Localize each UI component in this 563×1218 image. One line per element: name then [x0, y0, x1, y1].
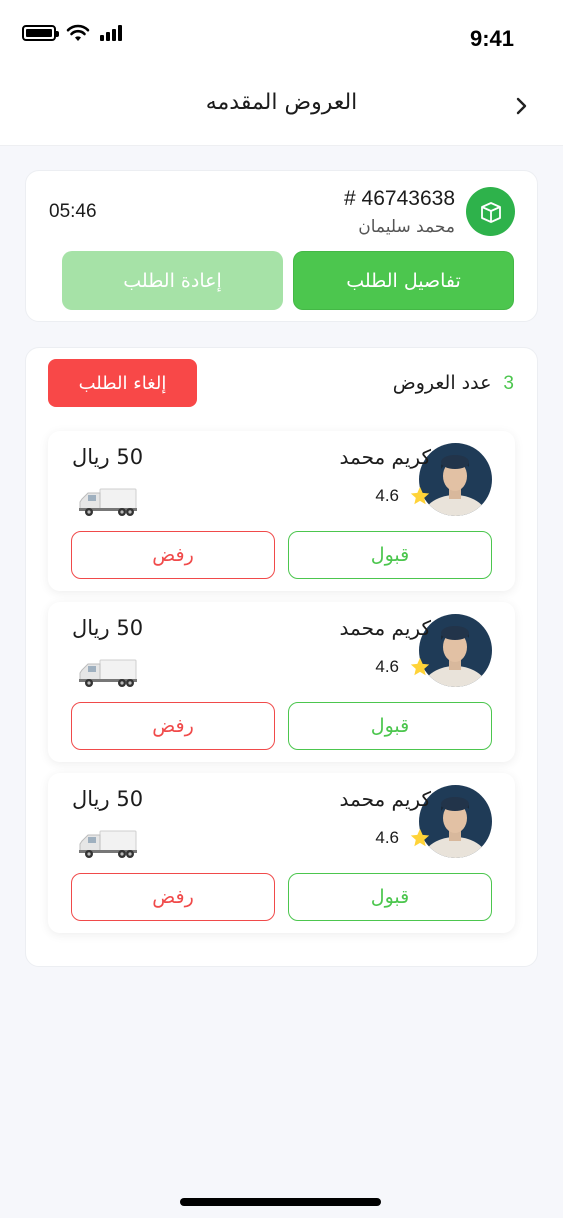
order-card: # 46743638 محمد سليمان 05:46 تفاصيل الطل… [25, 170, 538, 322]
customer-name: محمد سليمان [358, 217, 455, 237]
battery-icon [22, 25, 59, 41]
cancel-order-button[interactable]: إلغاء الطلب [48, 359, 197, 407]
offer-card: كريم محمد 4.6 50 ريال قبول رفض [48, 431, 515, 591]
driver-name: كريم محمد [339, 787, 431, 811]
order-details-button[interactable]: تفاصيل الطلب [293, 251, 514, 310]
rating-value: 4.6 [375, 486, 399, 505]
truck-icon [79, 830, 137, 858]
offer-price: 50 ريال [72, 787, 144, 811]
truck-icon [79, 659, 137, 687]
driver-name: كريم محمد [339, 616, 431, 640]
reject-button[interactable]: رفض [71, 531, 275, 579]
star-icon [410, 657, 430, 676]
offers-count: 3 [503, 373, 514, 394]
offers-count-label: عدد العروض [392, 372, 492, 394]
chevron-right-icon [516, 97, 527, 115]
page-title: العروض المقدمه [205, 90, 358, 115]
star-icon [410, 828, 430, 847]
accept-button[interactable]: قبول [288, 702, 492, 750]
truck-icon [79, 488, 137, 516]
rating-value: 4.6 [375, 828, 399, 847]
back-button[interactable] [509, 94, 533, 118]
driver-rating: 4.6 [375, 656, 431, 678]
wifi-icon [66, 24, 90, 41]
offer-price: 50 ريال [72, 445, 144, 469]
order-time: 05:46 [49, 201, 97, 222]
package-icon [480, 201, 501, 223]
star-icon [410, 486, 430, 505]
driver-name: كريم محمد [339, 445, 431, 469]
status-time: 9:41 [469, 26, 514, 51]
reject-button[interactable]: رفض [71, 873, 275, 921]
offers-count-row: عدد العروض 3 [393, 372, 514, 395]
driver-rating: 4.6 [375, 827, 431, 849]
order-icon-badge [466, 187, 515, 236]
app-header: العروض المقدمه [0, 70, 563, 146]
status-bar: 9:41 [0, 0, 563, 70]
rating-value: 4.6 [375, 657, 399, 676]
signal-icon [100, 25, 122, 41]
status-icons [22, 24, 122, 42]
reject-button[interactable]: رفض [71, 702, 275, 750]
accept-button[interactable]: قبول [288, 531, 492, 579]
order-number: # 46743638 [344, 187, 455, 210]
reorder-button[interactable]: إعادة الطلب [62, 251, 283, 310]
driver-rating: 4.6 [375, 485, 431, 507]
accept-button[interactable]: قبول [288, 873, 492, 921]
home-indicator[interactable] [180, 1198, 381, 1206]
offer-card: كريم محمد 4.6 50 ريال قبول رفض [48, 773, 515, 933]
offers-card: عدد العروض 3 إلغاء الطلب كريم محمد 4.6 5… [25, 347, 538, 967]
offer-card: كريم محمد 4.6 50 ريال قبول رفض [48, 602, 515, 762]
offer-price: 50 ريال [72, 616, 144, 640]
